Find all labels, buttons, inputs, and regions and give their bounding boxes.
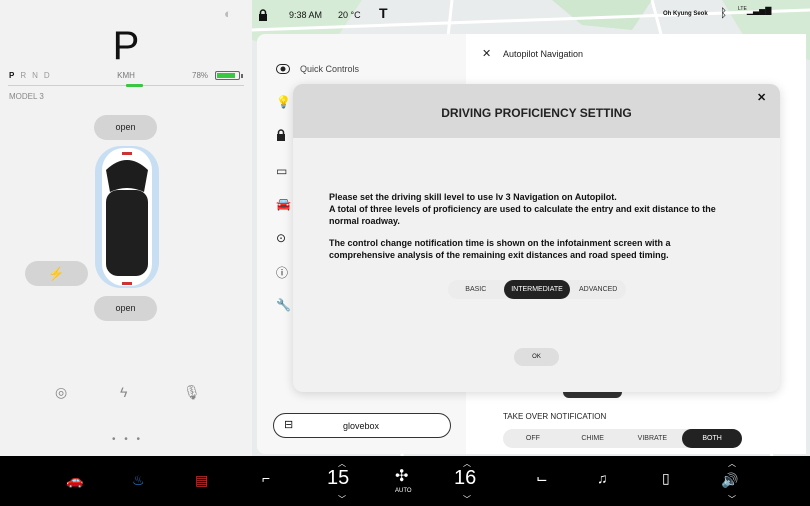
close-icon[interactable]: ✕ bbox=[757, 91, 766, 104]
page-dots[interactable]: • • • bbox=[112, 434, 143, 445]
battery-percent: 78% bbox=[192, 71, 209, 80]
glovebox-label: glovebox bbox=[343, 421, 380, 431]
close-icon[interactable]: ✕ bbox=[482, 47, 491, 60]
driver-temp: 15 bbox=[327, 467, 350, 489]
lock-icon[interactable] bbox=[258, 8, 268, 26]
seat-heater-left-icon[interactable]: ⌐ bbox=[262, 470, 270, 486]
lock-menu-icon[interactable] bbox=[276, 129, 286, 144]
outside-temperature: 20 °C bbox=[338, 10, 361, 20]
battery-icon bbox=[215, 71, 243, 80]
chevron-down-icon[interactable]: ﹀ bbox=[728, 494, 736, 505]
steering-wheel-icon[interactable]: ⊙ bbox=[276, 231, 286, 245]
alert-icon[interactable]: ⓘ bbox=[276, 264, 288, 281]
lightning-icon[interactable]: ϟ bbox=[120, 384, 127, 400]
fan-auto-label: AUTO bbox=[395, 488, 412, 494]
car-icon[interactable]: 🚗 bbox=[66, 472, 83, 489]
level-advanced[interactable]: ADVANCED bbox=[570, 280, 626, 299]
modal-text-line: The control change notification time is … bbox=[329, 238, 671, 248]
front-defrost-icon[interactable]: ♨ bbox=[132, 472, 145, 489]
trunk-open-button[interactable]: open bbox=[94, 296, 157, 321]
passenger-temp: 16 bbox=[454, 467, 477, 489]
speed-indicator bbox=[126, 84, 143, 87]
modal-text-line: comprehensive analysis of the remaining … bbox=[329, 250, 669, 260]
bluetooth-icon[interactable]: ᛒ bbox=[720, 6, 727, 20]
modal-text-line: normal roadway. bbox=[329, 216, 400, 226]
autopilot-status-icon: ◐ bbox=[224, 6, 232, 21]
gear-r: R bbox=[20, 71, 27, 80]
user-profile[interactable]: Oh Kyung Seok bbox=[663, 11, 708, 17]
ok-button[interactable]: OK bbox=[514, 348, 559, 366]
display-icon[interactable]: ▭ bbox=[276, 164, 287, 178]
chevron-up-icon[interactable]: ︿ bbox=[728, 458, 736, 469]
music-icon[interactable]: ♫ bbox=[597, 470, 608, 486]
rear-defrost-icon[interactable]: ▤ bbox=[195, 472, 208, 489]
signal-icon: LTE▁▃▅▇ bbox=[738, 6, 772, 15]
proficiency-selector: BASIC INTERMEDIATE ADVANCED bbox=[448, 280, 626, 299]
current-gear: P bbox=[112, 24, 140, 68]
camera-icon[interactable]: ◎ bbox=[55, 384, 67, 401]
microphone-icon[interactable]: 🎙 bbox=[183, 384, 201, 401]
lte-label: LTE bbox=[738, 6, 747, 12]
menu-item-quick-controls[interactable]: Quick Controls bbox=[300, 64, 359, 74]
takeover-selector: OFF CHIME VIBRATE BOTH bbox=[503, 429, 742, 448]
modal-text-line: A total of three levels of proficiency a… bbox=[329, 204, 716, 214]
charge-port-button[interactable]: ⚡ bbox=[25, 261, 88, 286]
car-top-view-icon bbox=[92, 142, 162, 292]
gear-selector: P R N D bbox=[9, 71, 50, 80]
panel-title: Autopilot Navigation bbox=[503, 49, 584, 59]
takeover-vibrate[interactable]: VIBRATE bbox=[623, 429, 683, 448]
takeover-title: TAKE OVER NOTIFICATION bbox=[503, 412, 607, 421]
glovebox-icon: ⊟ bbox=[284, 419, 294, 431]
gear-p: P bbox=[9, 71, 15, 80]
frunk-open-button[interactable]: open bbox=[94, 115, 157, 140]
model-name: MODEL 3 bbox=[9, 92, 44, 101]
tesla-logo-icon[interactable]: T bbox=[379, 5, 388, 21]
level-basic[interactable]: BASIC bbox=[448, 280, 504, 299]
fan-icon[interactable]: ✣ bbox=[395, 466, 408, 486]
speed-unit: KMH bbox=[117, 71, 135, 80]
level-intermediate[interactable]: INTERMEDIATE bbox=[503, 280, 571, 299]
clock: 9:38 AM bbox=[289, 10, 323, 20]
wrench-icon[interactable]: 🔧 bbox=[276, 298, 291, 312]
takeover-both[interactable]: BOTH bbox=[682, 429, 742, 448]
gear-d: D bbox=[43, 71, 50, 80]
toggle-icon[interactable] bbox=[276, 63, 290, 77]
seat-heater-right-icon[interactable]: ⌙ bbox=[536, 470, 548, 487]
takeover-chime[interactable]: CHIME bbox=[563, 429, 623, 448]
chevron-down-icon[interactable]: ﹀ bbox=[338, 494, 346, 505]
gear-n: N bbox=[32, 71, 38, 80]
chevron-down-icon[interactable]: ﹀ bbox=[463, 494, 471, 505]
volume-icon[interactable]: 🔊 bbox=[721, 472, 738, 489]
phone-icon[interactable]: ▯ bbox=[662, 470, 670, 487]
modal-text-line: Please set the driving skill level to us… bbox=[329, 192, 617, 202]
driving-proficiency-modal: DRIVING PROFICIENCY SETTING ✕ Please set… bbox=[293, 84, 780, 392]
lightbulb-icon[interactable]: 💡 bbox=[276, 95, 291, 109]
lightning-icon: ⚡ bbox=[48, 265, 65, 281]
takeover-off[interactable]: OFF bbox=[503, 429, 563, 448]
modal-title: DRIVING PROFICIENCY SETTING bbox=[441, 106, 632, 120]
car-icon[interactable]: 🚘 bbox=[276, 197, 291, 211]
